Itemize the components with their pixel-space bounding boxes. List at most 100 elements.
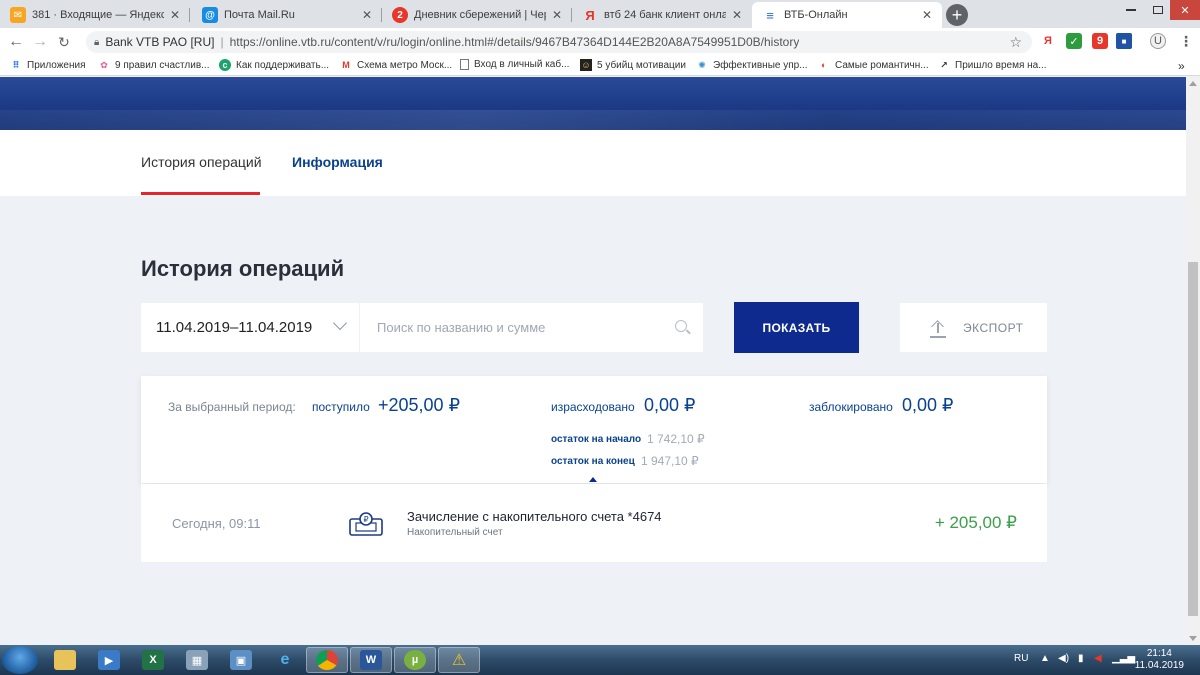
close-icon[interactable]: ✕	[360, 8, 374, 22]
blocked-label: заблокировано	[809, 400, 893, 414]
date-range-value: 11.04.2019–11.04.2019	[156, 319, 313, 336]
word-icon: W	[360, 650, 382, 670]
motivation-icon: ☺	[580, 59, 592, 71]
summary-caret-icon	[589, 477, 597, 482]
tab-information[interactable]: Информация	[292, 154, 383, 170]
menu-icon[interactable]: ⋮	[1178, 33, 1194, 49]
close-icon[interactable]: ✕	[730, 8, 744, 22]
chrome-icon	[316, 650, 338, 670]
close-icon[interactable]: ✕	[920, 8, 934, 22]
taskbar-explorer[interactable]	[44, 647, 86, 673]
taskbar-excel[interactable]: X	[132, 647, 174, 673]
taskbar-ie[interactable]: e	[264, 647, 306, 673]
bookmark-label: Как поддерживать...	[236, 59, 330, 71]
transaction-subtitle: Накопительный счет	[407, 527, 503, 538]
bookmark-label: Эффективные упр...	[713, 59, 808, 71]
battery-icon[interactable]: ▮	[1078, 653, 1084, 664]
volume-icon[interactable]: ◀)	[1058, 653, 1069, 664]
taskbar-chrome[interactable]	[306, 647, 348, 673]
transaction-row[interactable]: Сегодня, 09:11 ₽ Зачисление с накопитель…	[141, 484, 1047, 562]
export-label: ЭКСПОРТ	[963, 320, 1024, 335]
tab-yandex-search[interactable]: Я втб 24 банк клиент онлайн — Я ✕	[572, 2, 752, 28]
maximize-button[interactable]	[1146, 0, 1170, 20]
bookmarks-more-button[interactable]: »	[1178, 59, 1185, 73]
clock-date: 11.04.2019	[1134, 660, 1184, 671]
address-bar[interactable]: 🔒︎ Bank VTB PAO [RU] | https://online.vt…	[86, 31, 1032, 53]
new-tab-button[interactable]: +	[946, 4, 968, 26]
bookmark-label: Самые романтичн...	[835, 59, 929, 71]
end-balance-label: остаток на конец	[551, 456, 635, 467]
vtb-icon: ≡	[766, 7, 774, 23]
site-identity[interactable]: Bank VTB PAO [RU]	[105, 35, 214, 49]
bookmark-star-icon[interactable]: ☆	[1009, 34, 1022, 51]
scroll-thumb[interactable]	[1188, 262, 1198, 616]
show-button[interactable]: ПОКАЗАТЬ	[734, 302, 859, 353]
mailru-icon: @	[202, 7, 218, 23]
bookmark-item[interactable]: ✿ 9 правил счастлив...	[98, 59, 209, 71]
start-button[interactable]	[2, 646, 38, 674]
tab-mailru[interactable]: @ Почта Mail.Ru ✕	[192, 2, 382, 28]
romantic-icon: ◐	[821, 60, 827, 70]
income-value: +205,00 ₽	[378, 395, 461, 415]
page-title: История операций	[141, 256, 345, 281]
back-icon[interactable]: ←	[4, 33, 28, 51]
url-text[interactable]: https://online.vtb.ru/content/v/ru/login…	[230, 35, 800, 49]
tray-expand-icon[interactable]: ▲	[1040, 653, 1050, 664]
taskbar-utorrent[interactable]: µ	[394, 647, 436, 673]
counter-ext-icon[interactable]: 9	[1092, 33, 1108, 49]
yandex-ext-icon[interactable]: Я	[1040, 33, 1056, 49]
effective-icon: ✺	[698, 59, 706, 70]
windows-taskbar: ▶ X ▦ ▣ e W µ ⚠ RU ▲ ◀) ▮ ◀ ▁▃▅ 21:14 11…	[0, 645, 1200, 675]
language-indicator[interactable]: RU	[1014, 653, 1028, 664]
shield-ext-icon[interactable]: ✓	[1066, 33, 1082, 49]
apps-icon: ⠿	[12, 59, 20, 70]
taskbar-network[interactable]: ▣	[220, 647, 262, 673]
bookmark-item[interactable]: ↗ Пришло время на...	[938, 59, 1046, 71]
bookmark-item[interactable]: Вход в личный каб...	[460, 59, 569, 70]
tab-yandex-mail[interactable]: ✉ 381 · Входящие — Яндекс.Почта ✕	[0, 2, 190, 28]
bookmark-item[interactable]: ◐ Самые романтичн...	[818, 59, 929, 71]
tab-title: 381 · Входящие — Яндекс.Почта	[32, 9, 164, 21]
doc-icon	[460, 59, 469, 70]
bookmark-item[interactable]: ☺ 5 убийц мотивации	[580, 59, 686, 71]
tab-title: втб 24 банк клиент онлайн — Я	[604, 9, 726, 21]
taskbar-calculator[interactable]: ▦	[176, 647, 218, 673]
taskbar-media[interactable]: ▶	[88, 647, 130, 673]
search-input[interactable]: Поиск по названию и сумме	[360, 303, 703, 352]
scroll-down-icon[interactable]	[1189, 636, 1197, 641]
excel-icon: X	[142, 650, 164, 670]
close-window-button[interactable]: ✕	[1170, 0, 1200, 20]
bookmark-apps[interactable]: ⠿ Приложения	[10, 59, 85, 71]
bookmark-item[interactable]: c Как поддерживать...	[219, 59, 329, 71]
browser-toolbar: ← → ↻ 🔒︎ Bank VTB PAO [RU] | https://onl…	[0, 28, 1200, 56]
tab-history[interactable]: История операций	[141, 154, 262, 170]
tab-vtb-online[interactable]: ≡ ВТБ-Онлайн ✕	[752, 2, 942, 28]
period-summary: За выбранный период: поступило +205,00 ₽…	[141, 376, 1047, 483]
tab-savings-diary[interactable]: 2 Дневник сбережений | Черновик ✕	[382, 2, 572, 28]
system-clock[interactable]: 21:14 11.04.2019	[1135, 648, 1184, 672]
close-icon[interactable]: ✕	[168, 8, 182, 22]
arrow-icon: ↗	[940, 59, 948, 70]
bookmark-item[interactable]: M Схема метро Моск...	[340, 59, 452, 71]
square-ext-icon[interactable]: ■	[1116, 33, 1132, 49]
page-scrollbar[interactable]	[1186, 77, 1200, 645]
close-icon[interactable]: ✕	[550, 8, 564, 22]
profile-avatar[interactable]: U	[1150, 33, 1166, 49]
export-button[interactable]: ЭКСПОРТ	[900, 303, 1047, 352]
utorrent-icon: µ	[404, 650, 426, 670]
transaction-title: Зачисление с накопительного счета *4674	[407, 509, 662, 524]
metro-icon: M	[342, 60, 350, 70]
date-range-select[interactable]: 11.04.2019–11.04.2019	[141, 303, 359, 352]
spent-label: израсходовано	[551, 400, 635, 414]
forward-icon[interactable]: →	[28, 33, 52, 51]
signal-icon[interactable]: ▁▃▅	[1112, 653, 1135, 664]
flag-icon[interactable]: ◀	[1094, 653, 1102, 664]
taskbar-warning[interactable]: ⚠	[438, 647, 480, 673]
reload-icon[interactable]: ↻	[52, 34, 76, 51]
minimize-button[interactable]	[1118, 0, 1144, 20]
bookmark-label: 5 убийц мотивации	[597, 59, 686, 71]
scroll-up-icon[interactable]	[1189, 81, 1197, 86]
bookmark-item[interactable]: ✺ Эффективные упр...	[696, 59, 808, 71]
taskbar-word[interactable]: W	[350, 647, 392, 673]
income-label: поступило	[312, 400, 370, 414]
